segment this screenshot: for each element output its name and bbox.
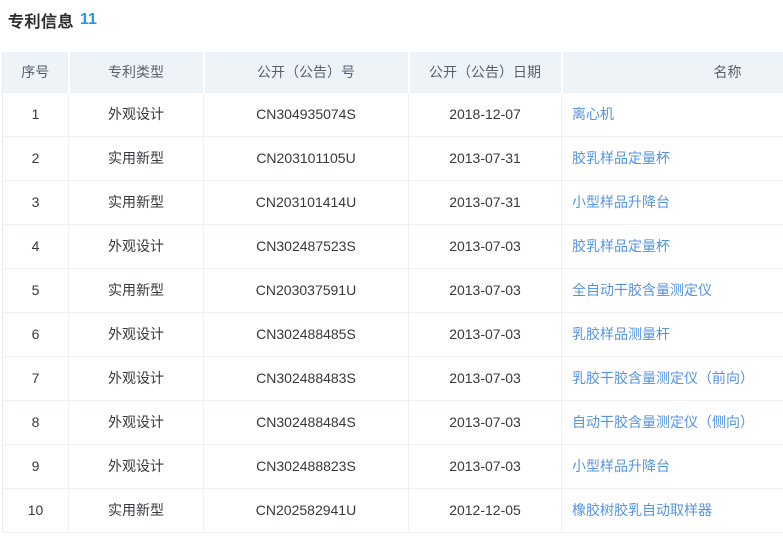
cell-number: CN202582941U: [203, 487, 409, 532]
cell-name: 小型样品升降台: [561, 179, 783, 224]
patent-info-section: 专利信息 11 序号 专利类型 公开（公告）号 公开（公告）日期 名称 1 外观…: [0, 0, 783, 541]
cell-index: 6: [2, 311, 69, 356]
cell-index: 2: [2, 135, 69, 180]
cell-date: 2013-07-03: [408, 443, 562, 488]
cell-date: 2013-07-03: [408, 267, 562, 312]
cell-date: 2012-12-05: [408, 487, 562, 532]
cell-index: 10: [2, 487, 69, 532]
cell-index: 5: [2, 267, 69, 312]
patent-name-link[interactable]: 小型样品升降台: [572, 194, 670, 210]
cell-date: 2013-07-03: [408, 311, 562, 356]
table-row: 3 实用新型 CN203101414U 2013-07-31 小型样品升降台: [2, 179, 783, 224]
cell-type: 外观设计: [68, 223, 204, 268]
cell-index: 1: [2, 91, 69, 136]
cell-name: 自动干胶含量测定仪（侧向）: [561, 399, 783, 444]
cell-number: CN302488485S: [203, 311, 409, 356]
table-row: 6 外观设计 CN302488485S 2013-07-03 乳胶样品测量杆: [2, 311, 783, 356]
cell-type: 外观设计: [68, 399, 204, 444]
table-header-row: 序号 专利类型 公开（公告）号 公开（公告）日期 名称: [2, 52, 783, 92]
patent-name-link[interactable]: 橡胶树胶乳自动取样器: [572, 502, 712, 518]
cell-type: 外观设计: [68, 91, 204, 136]
table-row: 4 外观设计 CN302487523S 2013-07-03 胶乳样品定量杯: [2, 223, 783, 268]
patent-count-badge: 11: [80, 11, 97, 28]
patent-name-link[interactable]: 离心机: [572, 106, 614, 122]
table-row: 10 实用新型 CN202582941U 2012-12-05 橡胶树胶乳自动取样器: [2, 487, 783, 532]
table-row: 5 实用新型 CN203037591U 2013-07-03 全自动干胶含量测定仪: [2, 267, 783, 312]
table-row: 1 外观设计 CN304935074S 2018-12-07 离心机: [2, 91, 783, 136]
column-header-type: 专利类型: [67, 52, 204, 92]
cell-number: CN302487523S: [203, 223, 409, 268]
cell-name: 胶乳样品定量杯: [561, 135, 783, 180]
cell-index: 9: [2, 443, 69, 488]
cell-name: 乳胶样品测量杆: [561, 311, 783, 356]
patent-name-link[interactable]: 乳胶干胶含量测定仪（前向）: [572, 370, 754, 386]
patent-name-link[interactable]: 自动干胶含量测定仪（侧向）: [572, 414, 754, 430]
cell-date: 2013-07-31: [408, 135, 562, 180]
cell-name: 橡胶树胶乳自动取样器: [561, 487, 783, 532]
cell-type: 实用新型: [68, 487, 204, 532]
cell-name: 胶乳样品定量杯: [561, 223, 783, 268]
cell-date: 2013-07-03: [408, 399, 562, 444]
cell-number: CN302488483S: [203, 355, 409, 400]
cell-index: 4: [2, 223, 69, 268]
cell-date: 2013-07-03: [408, 355, 562, 400]
cell-type: 实用新型: [68, 179, 204, 224]
table-row: 8 外观设计 CN302488484S 2013-07-03 自动干胶含量测定仪（侧向）: [2, 399, 783, 444]
cell-type: 外观设计: [68, 355, 204, 400]
cell-number: CN304935074S: [203, 91, 409, 136]
cell-type: 外观设计: [68, 443, 204, 488]
cell-date: 2018-12-07: [408, 91, 562, 136]
patent-table: 序号 专利类型 公开（公告）号 公开（公告）日期 名称 1 外观设计 CN30493…: [2, 52, 783, 533]
table-row: 7 外观设计 CN302488483S 2013-07-03 乳胶干胶含量测定仪（前向）: [2, 355, 783, 400]
table-row: 2 实用新型 CN203101105U 2013-07-31 胶乳样品定量杯: [2, 135, 783, 180]
cell-name: 全自动干胶含量测定仪: [561, 267, 783, 312]
column-header-number: 公开（公告）号: [202, 52, 409, 92]
patent-name-link[interactable]: 乳胶样品测量杆: [572, 326, 670, 342]
column-header-date: 公开（公告）日期: [407, 52, 562, 92]
cell-name: 乳胶干胶含量测定仪（前向）: [561, 355, 783, 400]
patent-name-link[interactable]: 胶乳样品定量杯: [572, 150, 670, 166]
cell-number: CN203101414U: [203, 179, 409, 224]
column-header-index: 序号: [2, 52, 69, 92]
patent-name-link[interactable]: 胶乳样品定量杯: [572, 238, 670, 254]
cell-number: CN302488484S: [203, 399, 409, 444]
cell-date: 2013-07-31: [408, 179, 562, 224]
page-title: 专利信息: [8, 14, 75, 31]
table-row: 9 外观设计 CN302488823S 2013-07-03 小型样品升降台: [2, 443, 783, 488]
cell-name: 离心机: [561, 91, 783, 136]
cell-index: 3: [2, 179, 69, 224]
cell-type: 实用新型: [68, 135, 204, 180]
patent-name-link[interactable]: 全自动干胶含量测定仪: [572, 282, 712, 298]
patent-name-link[interactable]: 小型样品升降台: [572, 458, 670, 474]
column-header-name: 名称: [560, 52, 783, 92]
cell-type: 实用新型: [68, 267, 204, 312]
cell-index: 7: [2, 355, 69, 400]
cell-number: CN302488823S: [203, 443, 409, 488]
patent-table-wrapper: 序号 专利类型 公开（公告）号 公开（公告）日期 名称 1 外观设计 CN30493…: [2, 52, 783, 533]
cell-date: 2013-07-03: [408, 223, 562, 268]
cell-index: 8: [2, 399, 69, 444]
cell-type: 外观设计: [68, 311, 204, 356]
section-header: 专利信息 11: [0, 0, 783, 31]
cell-name: 小型样品升降台: [561, 443, 783, 488]
cell-number: CN203037591U: [203, 267, 409, 312]
cell-number: CN203101105U: [203, 135, 409, 180]
